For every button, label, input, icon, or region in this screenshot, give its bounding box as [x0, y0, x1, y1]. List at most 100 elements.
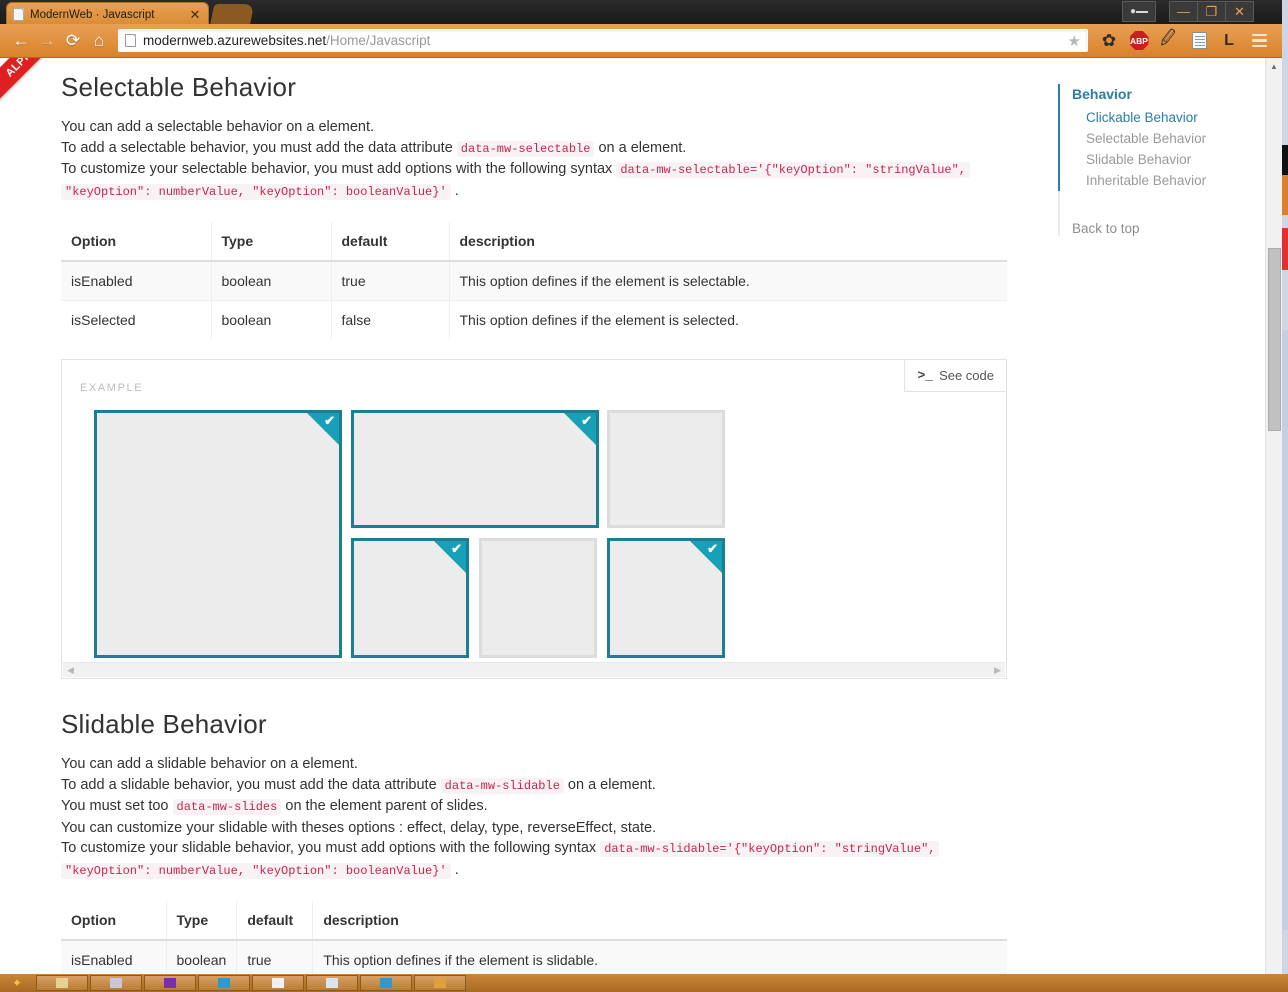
table-row: isEnabled boolean true This option defin…: [61, 939, 1007, 974]
code-data-mw-slides: data-mw-slides: [172, 799, 282, 815]
address-bar[interactable]: modernweb.azurewebsites.net/Home/Javascr…: [118, 29, 1088, 52]
adblock-plus-button[interactable]: ABP: [1124, 28, 1154, 54]
sidebar-item-inheritable-behavior[interactable]: Inheritable Behavior: [1086, 170, 1248, 191]
reload-icon[interactable]: ⟳: [60, 28, 86, 54]
th-type: Type: [166, 901, 238, 941]
abp-icon: ABP: [1129, 31, 1149, 50]
taskbar-item[interactable]: [252, 975, 304, 991]
taskbar-icon: [380, 978, 392, 988]
slidable-table-head: Option Type default description: [61, 901, 1007, 941]
taskbar-icon: [326, 978, 338, 988]
selectable-example-panel: EXAMPLE >_ See code ✔ ✔ ✔ ✔ ◀ ▶: [61, 359, 1007, 679]
selectable-box-6[interactable]: ✔: [607, 538, 725, 658]
minimize-button[interactable]: —: [1169, 1, 1198, 22]
hamburger-menu-icon: [1251, 31, 1267, 51]
page-scrollbar[interactable]: ▲: [1265, 58, 1282, 974]
th-type: Type: [211, 222, 332, 262]
sidebar-item-selectable-behavior[interactable]: Selectable Behavior: [1086, 128, 1248, 149]
background-strip-blue: [1282, 330, 1288, 930]
slidable-line-3b: on the element parent of slides.: [285, 798, 488, 814]
selectable-box-4[interactable]: ✔: [351, 538, 469, 658]
os-taskbar: ✦: [0, 974, 1288, 992]
sidebar-item-slidable-behavior[interactable]: Slidable Behavior: [1086, 149, 1248, 170]
slidable-intro: You can add a slidable behavior on a ele…: [61, 754, 1007, 881]
slidable-line-3a: You must set too: [61, 798, 169, 814]
back-to-top-link[interactable]: Back to top: [1072, 221, 1248, 236]
scrollbar-thumb[interactable]: [1268, 248, 1281, 431]
selectable-table-head: Option Type default description: [61, 222, 1007, 262]
settings-gear-button[interactable]: ✿: [1094, 28, 1124, 54]
close-tab-icon[interactable]: ✕: [188, 8, 202, 22]
taskbar-icon: [110, 978, 122, 988]
example-horizontal-scrollbar[interactable]: ◀ ▶: [63, 662, 1005, 677]
th-default: default: [331, 222, 450, 262]
cell-default: false: [331, 300, 450, 339]
forward-icon[interactable]: →: [34, 28, 60, 54]
chrome-menu-button[interactable]: [1244, 28, 1274, 54]
code-selectable-syntax-1: data-mw-selectable='{"keyOption": "strin…: [616, 162, 970, 178]
terminal-prompt-icon: >_: [917, 368, 934, 383]
taskbar-icon: [434, 978, 446, 988]
background-strip-black: [1282, 145, 1288, 175]
page-favicon-icon: [13, 8, 24, 21]
check-icon: ✔: [707, 541, 718, 556]
selectable-options-table: Option Type default description isEnable…: [61, 222, 1007, 339]
sidebar-item-clickable-behavior[interactable]: Clickable Behavior: [1086, 107, 1248, 128]
scroll-left-icon[interactable]: ◀: [67, 665, 74, 675]
notepad-icon: [1191, 32, 1207, 49]
slidable-table-body: isEnabled boolean true This option defin…: [61, 939, 1007, 974]
th-default: default: [236, 901, 314, 941]
sidebar-item-behavior[interactable]: Behavior: [1072, 84, 1248, 104]
taskbar-item[interactable]: [198, 975, 250, 991]
see-code-button[interactable]: >_ See code: [904, 360, 1006, 392]
selectable-box-2[interactable]: ✔: [351, 410, 599, 528]
page-title-slidable: Slidable Behavior: [61, 709, 267, 739]
new-tab-button[interactable]: [209, 4, 255, 26]
selectable-line-2b: on a element.: [598, 139, 687, 156]
back-icon[interactable]: ←: [8, 28, 34, 54]
see-code-label: See code: [939, 368, 994, 383]
code-data-mw-selectable: data-mw-selectable: [456, 140, 595, 157]
user-profile-button[interactable]: ●: [1122, 1, 1156, 22]
sidebar-nav-group: Behavior Clickable Behavior Selectable B…: [1058, 84, 1248, 191]
taskbar-item[interactable]: [306, 975, 358, 991]
eyedropper-button[interactable]: 🖉: [1154, 28, 1184, 54]
restore-button[interactable]: ❐: [1197, 1, 1226, 22]
browser-window: ModernWeb · Javascript ✕ ● — ❐ ✕ ← → ⟳ ⌂…: [0, 0, 1288, 992]
selectable-box-5[interactable]: [479, 538, 597, 658]
slidable-line-2a: To add a slidable behavior, you must add…: [61, 776, 437, 793]
selectable-box-1[interactable]: ✔: [94, 410, 342, 658]
scroll-right-icon[interactable]: ▶: [994, 665, 1001, 675]
cell-option: isSelected: [61, 300, 212, 339]
table-header-row: Option Type default description: [61, 901, 1007, 941]
browser-tab[interactable]: ModernWeb · Javascript ✕: [6, 2, 209, 26]
taskbar-item[interactable]: [144, 975, 196, 991]
example-label: EXAMPLE: [80, 382, 144, 394]
selectable-line-3b: .: [454, 182, 459, 199]
window-controls: — ❐ ✕: [1169, 1, 1254, 22]
check-icon: ✔: [581, 413, 592, 428]
taskbar-item[interactable]: [36, 975, 88, 991]
slidable-line-1: You can add a slidable behavior on a ele…: [61, 756, 358, 772]
home-icon[interactable]: ⌂: [86, 28, 112, 54]
notes-extension-button[interactable]: [1184, 28, 1214, 54]
selectable-demo-area: ✔ ✔ ✔ ✔: [78, 406, 990, 678]
selectable-line-1: You can add a selectable behavior on a e…: [61, 119, 375, 135]
start-button[interactable]: ✦: [2, 975, 32, 991]
bookmark-star-icon[interactable]: ★: [1068, 32, 1081, 50]
cell-type: boolean: [211, 300, 332, 339]
taskbar-item[interactable]: [360, 975, 412, 991]
taskbar-item[interactable]: [414, 975, 466, 991]
scroll-up-icon[interactable]: ▲: [1266, 58, 1282, 75]
cell-description: This option defines if the element is sl…: [312, 939, 1007, 974]
close-window-button[interactable]: ✕: [1225, 1, 1254, 22]
taskbar-item[interactable]: [90, 975, 142, 991]
cell-type: boolean: [211, 260, 332, 301]
person-base-icon: [1136, 11, 1149, 13]
selectable-box-3[interactable]: [607, 410, 725, 528]
page-sidebar-nav: Behavior Clickable Behavior Selectable B…: [1058, 84, 1248, 236]
lastpass-button[interactable]: L: [1214, 28, 1244, 54]
check-icon: ✔: [451, 541, 462, 556]
cell-option: isEnabled: [61, 260, 212, 301]
url-path: /Home/Javascript: [326, 33, 431, 48]
